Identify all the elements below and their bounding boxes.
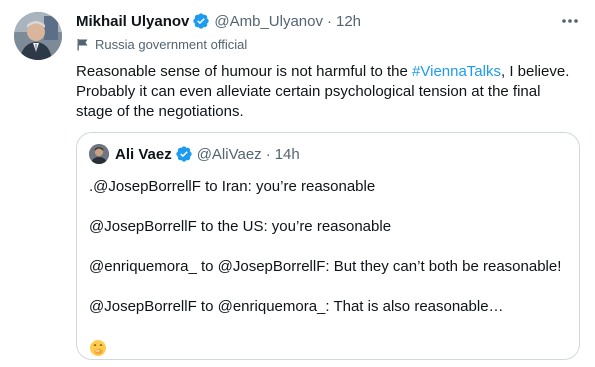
quoted-line-1: .@JosepBorrellF to Iran: you’re reasonab…	[89, 178, 376, 195]
quoted-line-2: @JosepBorrellF to the US: you’re reasona…	[89, 218, 392, 235]
quoted-separator: ·	[265, 145, 271, 163]
quoted-line-3: @enriquemora_ to @JosepBorrellF: But the…	[89, 258, 562, 275]
author-avatar[interactable]	[14, 12, 62, 60]
quoted-tweet-header: Ali Vaez @AliVaez · 14h	[89, 143, 567, 165]
tweet-card[interactable]: Mikhail Ulyanov @Amb_Ulyanov · 12h Russi…	[0, 0, 595, 367]
quoted-verified-badge-icon	[175, 145, 193, 163]
tweet-text: Reasonable sense of humour is not harmfu…	[76, 62, 581, 122]
quoted-timestamp[interactable]: 14h	[275, 146, 300, 163]
tweet-content: Mikhail Ulyanov @Amb_Ulyanov · 12h Russi…	[76, 10, 581, 122]
flag-icon	[76, 38, 89, 51]
tweet-timestamp[interactable]: 12h	[336, 13, 361, 30]
author-handle[interactable]: @Amb_Ulyanov	[214, 13, 323, 30]
tweet-header: Mikhail Ulyanov @Amb_Ulyanov · 12h	[76, 10, 581, 32]
face-with-hand-over-mouth-emoji	[89, 339, 107, 357]
account-label-text: Russia government official	[95, 36, 248, 52]
quoted-tweet[interactable]: Ali Vaez @AliVaez · 14h .@JosepBorrellF …	[76, 132, 580, 360]
account-label: Russia government official	[76, 34, 581, 54]
author-display-name[interactable]: Mikhail Ulyanov	[76, 13, 189, 30]
verified-badge-icon	[192, 12, 210, 30]
quoted-handle[interactable]: @AliVaez	[197, 146, 262, 163]
more-horizontal-icon[interactable]	[559, 12, 581, 30]
tweet-text-part-1: Reasonable sense of humour is not harmfu…	[76, 63, 413, 80]
quoted-display-name[interactable]: Ali Vaez	[115, 146, 172, 163]
hashtag-link[interactable]: #ViennaTalks	[412, 63, 501, 80]
header-separator: ·	[326, 12, 332, 30]
quoted-line-4: @JosepBorrellF to @enriquemora_: That is…	[89, 298, 504, 315]
quoted-author-avatar[interactable]	[89, 144, 109, 164]
